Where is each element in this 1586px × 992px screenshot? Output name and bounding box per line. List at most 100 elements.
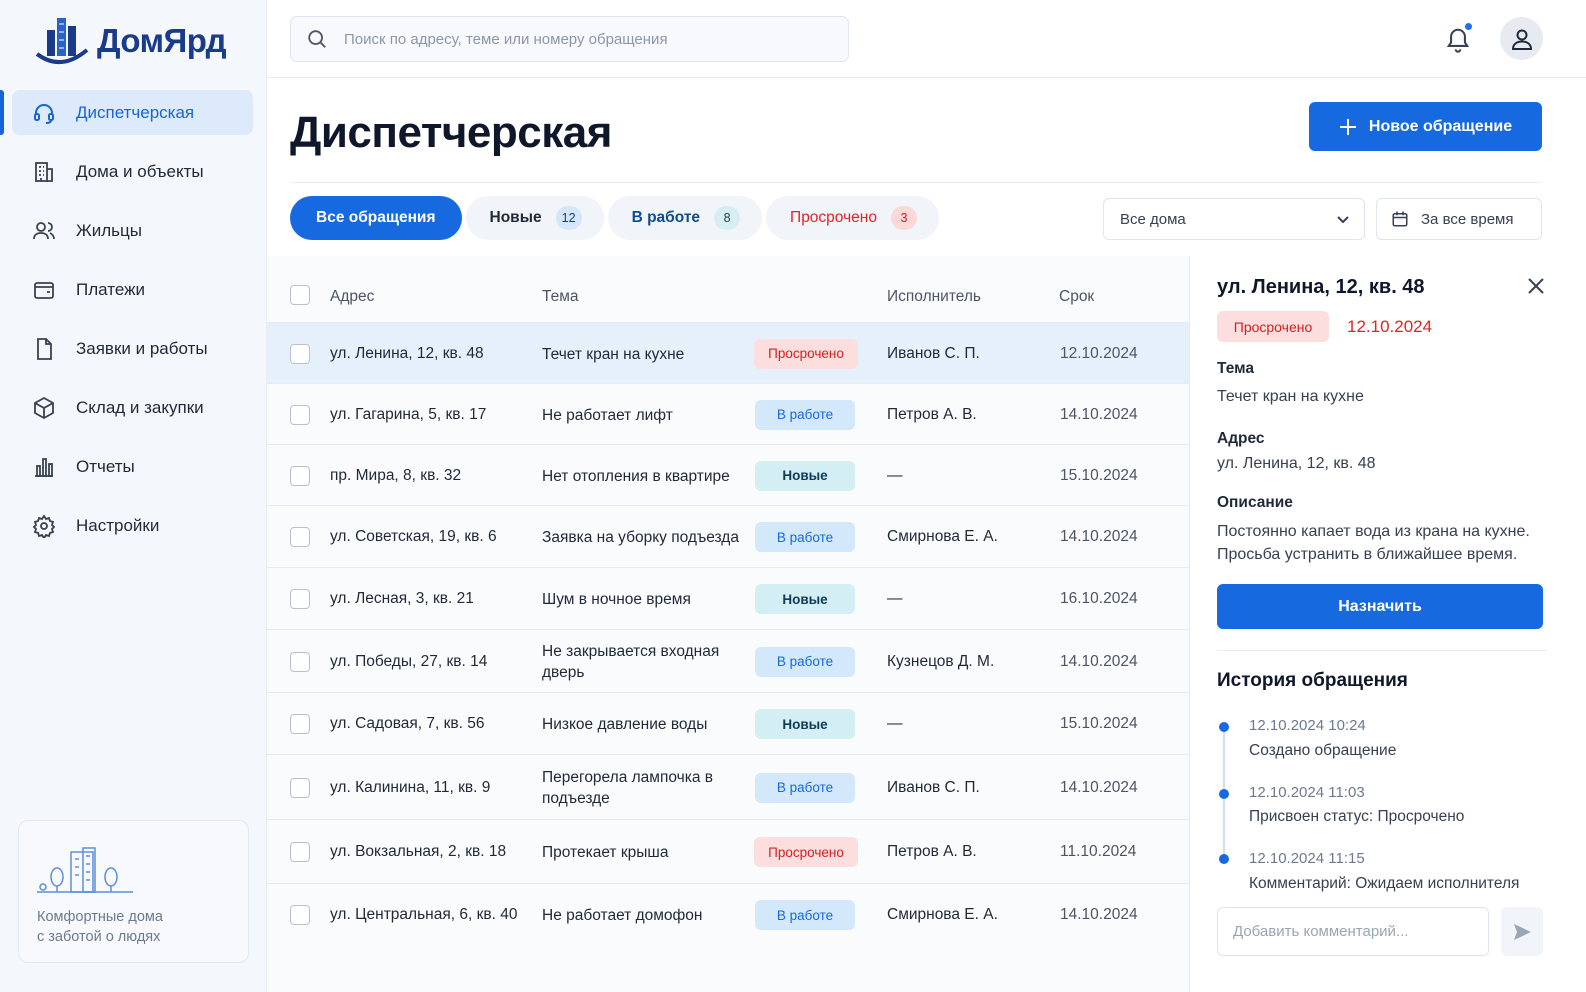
sidebar-item-settings[interactable]: Настройки: [12, 503, 253, 548]
sidebar-item-dispatch[interactable]: Диспетчерская: [0, 90, 253, 135]
assign-button[interactable]: Назначить: [1217, 584, 1543, 629]
tab-label: Все обращения: [316, 209, 436, 226]
row-checkbox[interactable]: [290, 343, 310, 364]
sidebar-item-houses[interactable]: Дома и объекты: [12, 149, 253, 194]
headset-icon: [34, 103, 54, 124]
column-header: Тема: [542, 288, 579, 305]
table-header: Адрес Тема Исполнитель Срок: [267, 256, 1189, 322]
cell-due: 14.10.2024: [1060, 906, 1138, 923]
cell-assignee: Кузнецов Д. М.: [887, 652, 995, 670]
row-checkbox[interactable]: [290, 651, 310, 672]
table-row[interactable]: пр. Мира, 8, кв. 32 Нет отопления в кварт…: [267, 444, 1189, 505]
table-row[interactable]: ул. Гагарина, 5, кв. 17 Не работает лифт В…: [267, 383, 1189, 444]
period-filter[interactable]: За все время: [1376, 198, 1542, 240]
cell-address: ул. Гагарина, 5, кв. 17: [330, 405, 487, 423]
promo-line: Комфортные дома: [37, 909, 163, 925]
search-box[interactable]: [290, 16, 849, 62]
tab-count: 3: [890, 206, 917, 230]
tab-in-progress[interactable]: В работе 8: [607, 196, 763, 240]
close-icon[interactable]: [1526, 276, 1546, 296]
row-checkbox[interactable]: [290, 714, 310, 734]
cell-address: ул. Лесная, 3, кв. 21: [330, 590, 474, 607]
history-time: 12.10.2024 10:24: [1249, 717, 1366, 734]
cell-due: 11.10.2024: [1060, 843, 1137, 860]
timeline-dot: [1219, 722, 1229, 732]
status-badge: В работе: [755, 522, 855, 552]
cell-assignee: Смирнова Е. А.: [887, 528, 998, 545]
tab-count: 12: [555, 206, 582, 230]
comment-input[interactable]: [1217, 907, 1489, 956]
cell-topic: Нет отопления в квартире: [542, 467, 730, 485]
table-row[interactable]: ул. Лесная, 3, кв. 21 Шум в ночное время Н…: [267, 567, 1189, 629]
history-text: Комментарий: Ожидаем исполнителя: [1249, 875, 1520, 892]
table-row[interactable]: ул. Садовая, 7, кв. 56 Низкое давление во…: [267, 692, 1189, 754]
houses-select[interactable]: Все дома: [1103, 198, 1365, 240]
cell-topic: Протекает крыша: [542, 844, 669, 861]
address-value: ул. Ленина, 12, кв. 48: [1217, 455, 1376, 472]
cell-assignee: —: [887, 590, 903, 607]
sidebar-item-label: Платежи: [76, 279, 145, 299]
promo-card: Комфортные дома с заботой о людях: [18, 820, 249, 963]
column-header: Исполнитель: [887, 288, 981, 305]
sidebar-item-payments[interactable]: Платежи: [12, 267, 253, 312]
sidebar-item-requests[interactable]: Заявки и работы: [12, 326, 253, 371]
status-badge: В работе: [755, 399, 855, 430]
table-row[interactable]: ул. Центральная, 6, кв. 40 Не работает до…: [267, 883, 1189, 945]
search-input[interactable]: [344, 30, 824, 48]
cell-topic: Перегорела лампочка в подъезде: [542, 768, 713, 807]
cell-due: 16.10.2024: [1060, 590, 1138, 607]
cell-due: 14.10.2024: [1060, 405, 1138, 423]
sidebar-item-warehouse[interactable]: Склад и закупки: [12, 385, 253, 430]
table-row[interactable]: ул. Ленина, 12, кв. 48 Течет кран на кухн…: [267, 322, 1189, 383]
sidebar-item-residents[interactable]: Жильцы: [12, 208, 253, 253]
table-row[interactable]: ул. Калинина, 11, кв. 9 Перегорела лампоч…: [267, 754, 1189, 819]
cell-assignee: Иванов С. П.: [887, 344, 980, 362]
row-checkbox[interactable]: [290, 404, 310, 425]
main-nav: Диспетчерская Дома и объекты Жильцы Плат…: [0, 90, 253, 562]
page-title: Диспетчерская: [290, 108, 612, 157]
send-button[interactable]: [1501, 907, 1543, 956]
tab-overdue[interactable]: Просрочено 3: [766, 196, 939, 240]
sidebar-item-label: Настройки: [76, 515, 160, 535]
sidebar: ДомЯрд Диспетчерская Дома и объекты Жиль…: [0, 0, 267, 992]
timeline-dot: [1219, 789, 1229, 799]
user-avatar[interactable]: [1500, 17, 1543, 60]
table-row[interactable]: ул. Советская, 19, кв. 6 Заявка на уборку…: [267, 505, 1189, 567]
houses-illustration-icon: [37, 847, 133, 893]
logo[interactable]: ДомЯрд: [33, 16, 227, 66]
status-badge: В работе: [755, 646, 855, 677]
tab-label: Просрочено: [790, 209, 877, 226]
column-header: Адрес: [330, 288, 375, 305]
history-text: Присвоен статус: Просрочено: [1249, 808, 1465, 825]
houses-select-value: Все дома: [1120, 210, 1186, 228]
history-time: 12.10.2024 11:03: [1249, 784, 1365, 801]
table-row[interactable]: ул. Вокзальная, 2, кв. 18 Протекает крыша…: [267, 819, 1189, 883]
box-icon: [34, 396, 54, 419]
cell-topic: Заявка на уборку подъезда: [542, 529, 739, 546]
cell-topic: Не закрывается входная дверь: [542, 642, 720, 681]
cell-address: ул. Вокзальная, 2, кв. 18: [330, 843, 507, 860]
title-divider: [290, 182, 1542, 183]
cell-address: ул. Ленина, 12, кв. 48: [330, 344, 484, 362]
tab-new[interactable]: Новые 12: [465, 196, 604, 240]
status-badge: Новые: [755, 460, 855, 491]
sidebar-item-label: Отчеты: [76, 456, 135, 476]
row-checkbox[interactable]: [290, 589, 310, 609]
row-checkbox[interactable]: [290, 777, 310, 798]
history-time: 12.10.2024 11:15: [1249, 850, 1365, 867]
new-request-label: Новое обращение: [1368, 117, 1513, 135]
cell-address: ул. Садовая, 7, кв. 56: [330, 715, 485, 732]
tab-all[interactable]: Все обращения: [290, 196, 462, 240]
row-checkbox[interactable]: [290, 842, 310, 862]
detail-title: ул. Ленина, 12, кв. 48: [1217, 276, 1425, 298]
history-title: История обращения: [1217, 670, 1408, 691]
sidebar-item-reports[interactable]: Отчеты: [12, 444, 253, 489]
table-row[interactable]: ул. Победы, 27, кв. 14 Не закрывается вхо…: [267, 629, 1189, 692]
row-checkbox[interactable]: [290, 527, 310, 547]
select-all-checkbox[interactable]: [290, 285, 310, 305]
row-checkbox[interactable]: [290, 905, 310, 925]
notifications-button[interactable]: [1444, 21, 1474, 54]
new-request-button[interactable]: Новое обращение: [1309, 102, 1542, 151]
cell-address: ул. Калинина, 11, кв. 9: [330, 778, 491, 796]
row-checkbox[interactable]: [290, 465, 310, 486]
